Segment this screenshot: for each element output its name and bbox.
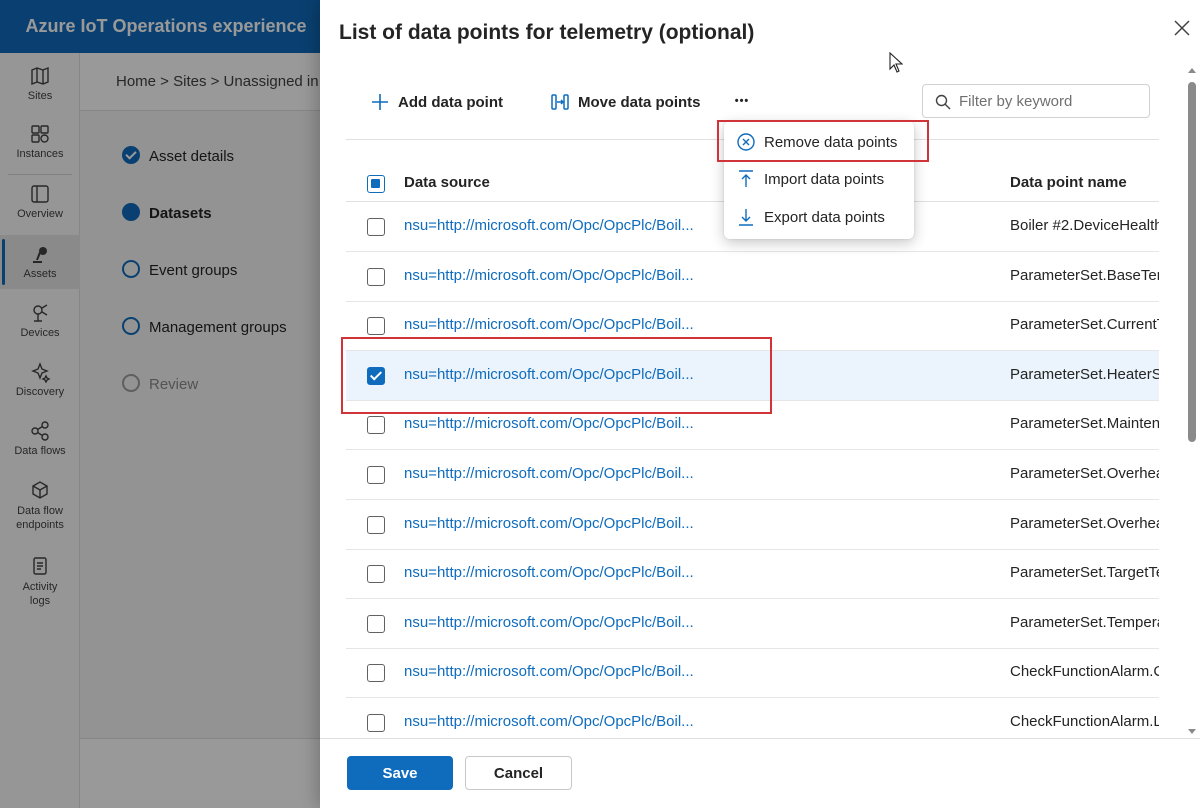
data-point-name: CheckFunctionAlarm.L xyxy=(1010,713,1159,730)
row-checkbox[interactable] xyxy=(367,367,385,385)
table-row[interactable]: nsu=http://microsoft.com/Opc/OpcPlc/Boil… xyxy=(346,351,1159,401)
data-source-link[interactable]: nsu=http://microsoft.com/Opc/OpcPlc/Boil… xyxy=(404,217,694,234)
move-icon xyxy=(551,94,569,110)
divider xyxy=(320,738,1200,739)
close-button[interactable] xyxy=(1170,16,1194,40)
column-header-data-source[interactable]: Data source xyxy=(404,174,490,191)
data-source-link[interactable]: nsu=http://microsoft.com/Opc/OpcPlc/Boil… xyxy=(404,713,694,730)
data-point-name: Boiler #2.DeviceHealth xyxy=(1010,217,1159,234)
data-point-name: ParameterSet.Temperature xyxy=(1010,614,1159,631)
data-source-link[interactable]: nsu=http://microsoft.com/Opc/OpcPlc/Boil… xyxy=(404,663,694,680)
cancel-button[interactable]: Cancel xyxy=(465,756,572,790)
more-options-menu: Remove data points Import data points Ex… xyxy=(724,121,914,239)
table-row[interactable]: nsu=http://microsoft.com/Opc/OpcPlc/Boil… xyxy=(346,450,1159,500)
scroll-up-arrow[interactable] xyxy=(1188,68,1196,73)
data-point-name: ParameterSet.BaseTemp xyxy=(1010,267,1159,284)
data-points-table: Data source Data point name nsu=http://m… xyxy=(346,160,1159,738)
filter-input[interactable] xyxy=(959,85,1145,117)
table-row[interactable]: nsu=http://microsoft.com/Opc/OpcPlc/Boil… xyxy=(346,648,1159,698)
data-points-panel: List of data points for telemetry (optio… xyxy=(320,0,1200,808)
scroll-down-arrow[interactable] xyxy=(1188,729,1196,734)
data-source-link[interactable]: nsu=http://microsoft.com/Opc/OpcPlc/Boil… xyxy=(404,415,694,432)
data-point-name: ParameterSet.Maintenance xyxy=(1010,415,1159,432)
data-point-name: ParameterSet.HeaterState xyxy=(1010,366,1159,383)
scroll-thumb[interactable] xyxy=(1188,82,1196,442)
table-row[interactable]: nsu=http://microsoft.com/Opc/OpcPlc/Boil… xyxy=(346,500,1159,550)
row-checkbox[interactable] xyxy=(367,218,385,236)
export-icon xyxy=(739,209,753,226)
save-button[interactable]: Save xyxy=(347,756,453,790)
row-checkbox[interactable] xyxy=(367,516,385,534)
more-options-button[interactable]: ••• xyxy=(730,88,754,114)
table-row[interactable]: nsu=http://microsoft.com/Opc/OpcPlc/Boil… xyxy=(346,400,1159,450)
menu-item-label: Import data points xyxy=(764,170,885,188)
data-source-link[interactable]: nsu=http://microsoft.com/Opc/OpcPlc/Boil… xyxy=(404,316,694,333)
select-all-checkbox[interactable] xyxy=(367,175,385,193)
button-label: Add data point xyxy=(398,93,503,111)
close-icon xyxy=(1174,20,1190,36)
data-source-link[interactable]: nsu=http://microsoft.com/Opc/OpcPlc/Boil… xyxy=(404,366,694,383)
data-point-name: CheckFunctionAlarm.C xyxy=(1010,663,1159,680)
plus-icon xyxy=(372,94,388,110)
menu-item-export-data-points[interactable]: Export data points xyxy=(728,200,910,234)
move-data-points-button[interactable]: Move data points xyxy=(550,88,701,116)
table-row[interactable]: nsu=http://microsoft.com/Opc/OpcPlc/Boil… xyxy=(346,698,1159,738)
menu-item-label: Remove data points xyxy=(764,133,898,151)
search-icon xyxy=(935,94,951,110)
menu-item-remove-data-points[interactable]: Remove data points xyxy=(728,125,910,159)
row-checkbox[interactable] xyxy=(367,317,385,335)
more-icon: ••• xyxy=(734,95,750,107)
data-point-name: ParameterSet.Overheated xyxy=(1010,465,1159,482)
table-row[interactable]: nsu=http://microsoft.com/Opc/OpcPlc/Boil… xyxy=(346,599,1159,649)
row-checkbox[interactable] xyxy=(367,664,385,682)
row-checkbox[interactable] xyxy=(367,565,385,583)
row-checkbox[interactable] xyxy=(367,615,385,633)
table-row[interactable]: nsu=http://microsoft.com/Opc/OpcPlc/Boil… xyxy=(346,252,1159,302)
row-checkbox[interactable] xyxy=(367,466,385,484)
add-data-point-button[interactable]: Add data point xyxy=(370,88,503,116)
data-source-link[interactable]: nsu=http://microsoft.com/Opc/OpcPlc/Boil… xyxy=(404,267,694,284)
remove-circle-icon xyxy=(737,133,755,151)
menu-item-import-data-points[interactable]: Import data points xyxy=(728,162,910,196)
vertical-scrollbar[interactable] xyxy=(1186,66,1200,738)
row-checkbox[interactable] xyxy=(367,416,385,434)
data-source-link[interactable]: nsu=http://microsoft.com/Opc/OpcPlc/Boil… xyxy=(404,564,694,581)
data-point-name: ParameterSet.TargetTemp xyxy=(1010,564,1159,581)
table-row[interactable]: nsu=http://microsoft.com/Opc/OpcPlc/Boil… xyxy=(346,549,1159,599)
button-label: Move data points xyxy=(578,93,701,111)
table-row[interactable]: nsu=http://microsoft.com/Opc/OpcPlc/Boil… xyxy=(346,301,1159,351)
panel-title: List of data points for telemetry (optio… xyxy=(339,21,755,44)
data-point-name: ParameterSet.Overheat xyxy=(1010,515,1159,532)
data-source-link[interactable]: nsu=http://microsoft.com/Opc/OpcPlc/Boil… xyxy=(404,515,694,532)
data-point-name: ParameterSet.CurrentTemp xyxy=(1010,316,1159,333)
row-checkbox[interactable] xyxy=(367,714,385,732)
menu-item-label: Export data points xyxy=(764,208,885,226)
row-checkbox[interactable] xyxy=(367,268,385,286)
data-source-link[interactable]: nsu=http://microsoft.com/Opc/OpcPlc/Boil… xyxy=(404,465,694,482)
data-source-link[interactable]: nsu=http://microsoft.com/Opc/OpcPlc/Boil… xyxy=(404,614,694,631)
filter-box xyxy=(922,84,1150,118)
column-header-data-point-name[interactable]: Data point name xyxy=(1010,174,1127,191)
mouse-cursor-icon xyxy=(889,52,903,73)
import-icon xyxy=(739,170,753,187)
